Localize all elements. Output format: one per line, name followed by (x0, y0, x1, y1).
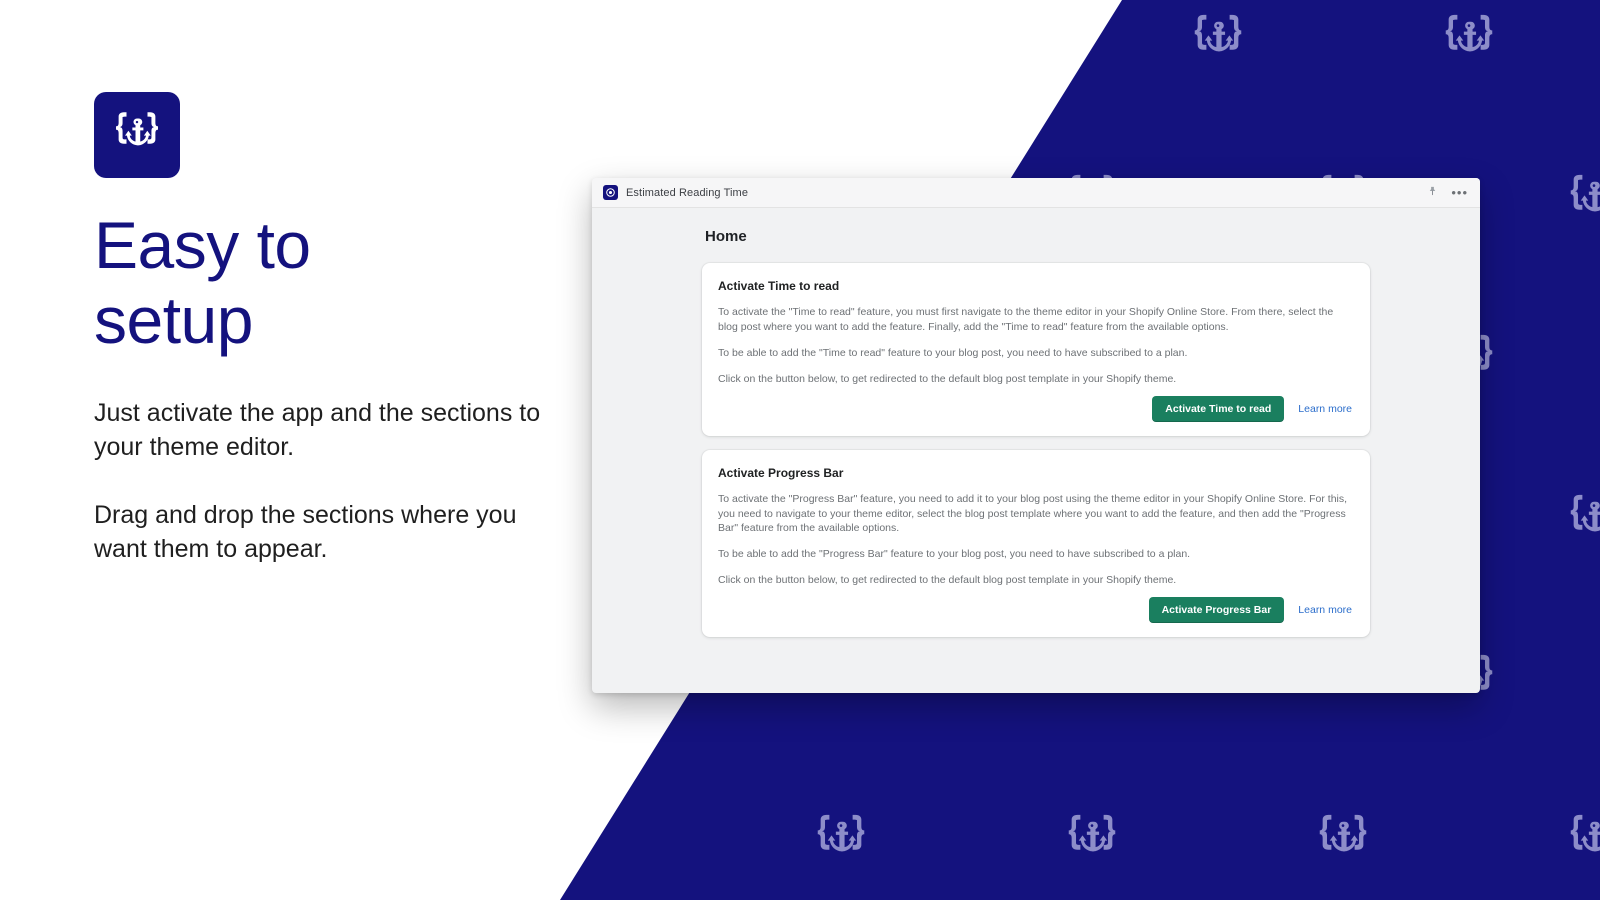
braces-anchor-pattern-icon (1570, 814, 1600, 852)
card-paragraph: Click on the button below, to get redire… (718, 372, 1177, 385)
braces-anchor-pattern-icon (1068, 814, 1115, 852)
card-paragraph: Click on the button below, to get redire… (718, 574, 1177, 587)
titlebar-actions: ••• (1427, 184, 1468, 202)
app-identity: Estimated Reading Time (603, 185, 748, 200)
card-paragraph: To be able to add the "Time to read" fea… (718, 346, 1188, 359)
card-title: Activate Time to read (718, 279, 840, 293)
card-time-to-read: Activate Time to read To activate the "T… (702, 263, 1370, 436)
braces-anchor-pattern-icon (817, 814, 864, 852)
braces-anchor-pattern-icon (1570, 174, 1600, 212)
pattern-tile (1217, 760, 1468, 900)
pattern-tile (1468, 440, 1600, 600)
pattern-tile (1468, 760, 1600, 900)
left-content-column: Easy to setup Just activate the app and … (94, 92, 564, 566)
app-window: Estimated Reading Time ••• Home Activate… (592, 178, 1480, 693)
app-logo-icon (603, 185, 618, 200)
promo-banner: Easy to setup Just activate the app and … (0, 0, 1600, 900)
braces-anchor-pattern-icon (943, 14, 990, 52)
braces-anchor-pattern-icon (1445, 14, 1492, 52)
page-headline: Easy to setup (94, 208, 311, 358)
pattern-tile (1594, 0, 1600, 120)
card-paragraph: To activate the "Progress Bar" feature, … (718, 492, 1348, 535)
braces-anchor-pattern-icon (692, 14, 739, 52)
body-paragraph-1: Just activate the app and the sections t… (94, 399, 541, 462)
app-logo-glyph-icon (606, 188, 615, 197)
pattern-tile (966, 760, 1217, 900)
more-options-icon[interactable]: ••• (1451, 186, 1468, 199)
pattern-tile (1594, 600, 1600, 760)
card-actions: Activate Time to read Learn more (718, 395, 1354, 422)
card-actions: Activate Progress Bar Learn more (718, 597, 1354, 624)
card-progress-bar: Activate Progress Bar To activate the "P… (702, 449, 1370, 638)
pattern-tile (1468, 120, 1600, 280)
braces-anchor-pattern-icon (1570, 494, 1600, 532)
card-paragraph: To be able to add the "Progress Bar" fea… (718, 548, 1191, 561)
pattern-tile (1343, 0, 1594, 120)
left-body-copy: Just activate the app and the sections t… (94, 396, 564, 566)
pattern-tile (590, 0, 841, 120)
pin-icon[interactable] (1427, 184, 1438, 202)
app-logo (94, 92, 180, 178)
page-title: Home (705, 228, 747, 245)
activate-progress-bar-button[interactable]: Activate Progress Bar (1148, 597, 1285, 624)
body-paragraph-2: Drag and drop the sections where you wan… (94, 501, 517, 564)
activate-time-to-read-button[interactable]: Activate Time to read (1152, 395, 1285, 422)
braces-anchor-pattern-icon (1194, 14, 1241, 52)
window-content: Home Activate Time to read To activate t… (592, 208, 1480, 693)
pattern-tile (1594, 280, 1600, 440)
learn-more-link[interactable]: Learn more (1298, 604, 1354, 616)
app-title: Estimated Reading Time (626, 186, 749, 199)
pattern-tile (841, 0, 1092, 120)
braces-anchor-logo-icon (116, 112, 158, 146)
pattern-tile (715, 760, 966, 900)
card-title: Activate Progress Bar (718, 465, 844, 480)
braces-anchor-pattern-icon (1319, 814, 1366, 852)
pattern-tile (1092, 0, 1343, 120)
learn-more-link[interactable]: Learn more (1298, 403, 1354, 415)
window-titlebar: Estimated Reading Time ••• (592, 178, 1480, 208)
card-paragraph: To activate the "Time to read" feature, … (718, 306, 1334, 333)
